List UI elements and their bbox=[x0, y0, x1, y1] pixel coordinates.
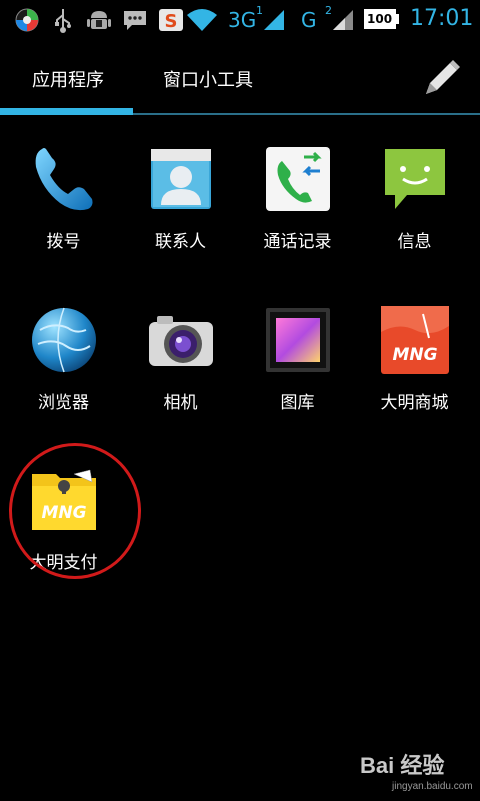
messaging-icon bbox=[384, 149, 445, 209]
pencil-edit-icon[interactable] bbox=[420, 56, 464, 100]
app-daming-mall[interactable]: MNG 大明商城 bbox=[356, 304, 473, 413]
clock: 17:01 bbox=[410, 6, 474, 31]
sogou-input-icon: S bbox=[159, 9, 183, 32]
svg-text:MNG: MNG bbox=[392, 345, 437, 365]
phone-icon bbox=[35, 148, 92, 211]
camera-icon bbox=[148, 316, 213, 366]
active-tab-indicator bbox=[0, 108, 133, 115]
highlight-circle bbox=[9, 443, 141, 579]
network2-type: G bbox=[301, 8, 317, 32]
app-notification-icon bbox=[15, 8, 39, 32]
network1-type: 3G bbox=[228, 8, 257, 32]
battery-tip bbox=[396, 14, 399, 24]
app-label: 联系人 bbox=[155, 232, 206, 252]
app-label: 浏览器 bbox=[38, 393, 89, 413]
app-label: 大明商城 bbox=[380, 393, 449, 413]
app-call-log[interactable]: 通话记录 bbox=[239, 143, 356, 252]
browser-globe-icon bbox=[31, 307, 96, 373]
android-debug-icon bbox=[87, 11, 111, 29]
app-label: 通话记录 bbox=[263, 232, 332, 252]
app-contacts[interactable]: 联系人 bbox=[122, 143, 239, 252]
battery-icon: 100 bbox=[364, 9, 396, 29]
tab-widgets[interactable]: 窗口小工具 bbox=[163, 66, 253, 92]
gallery-icon bbox=[265, 308, 330, 372]
signal-strength-icon bbox=[264, 10, 284, 30]
battery-level: 100 bbox=[367, 12, 393, 26]
signal-strength-icon bbox=[333, 10, 353, 30]
app-messaging[interactable]: 信息 bbox=[356, 143, 473, 252]
app-label: 拨号 bbox=[46, 232, 81, 252]
status-bar: S 3G 1 G 2 100 17:01 bbox=[0, 0, 480, 38]
tab-apps[interactable]: 应用程序 bbox=[32, 66, 104, 92]
app-label: 相机 bbox=[163, 393, 198, 413]
app-dialer[interactable]: 拨号 bbox=[5, 143, 122, 252]
usb-icon bbox=[55, 9, 71, 33]
message-icon bbox=[124, 11, 146, 30]
watermark-url: jingyan.baidu.com bbox=[392, 781, 473, 792]
tab-divider bbox=[133, 113, 480, 115]
contacts-icon bbox=[150, 149, 211, 209]
app-label: 信息 bbox=[397, 232, 432, 252]
app-label: 图库 bbox=[280, 393, 315, 413]
app-browser[interactable]: 浏览器 bbox=[5, 304, 122, 413]
wifi-icon bbox=[187, 9, 217, 31]
svg-text:S: S bbox=[165, 11, 178, 32]
app-camera[interactable]: 相机 bbox=[122, 304, 239, 413]
call-log-icon bbox=[265, 147, 330, 211]
watermark-logo: Bai 经验 bbox=[360, 753, 445, 778]
app-gallery[interactable]: 图库 bbox=[239, 304, 356, 413]
daming-mall-icon: MNG bbox=[380, 306, 449, 374]
